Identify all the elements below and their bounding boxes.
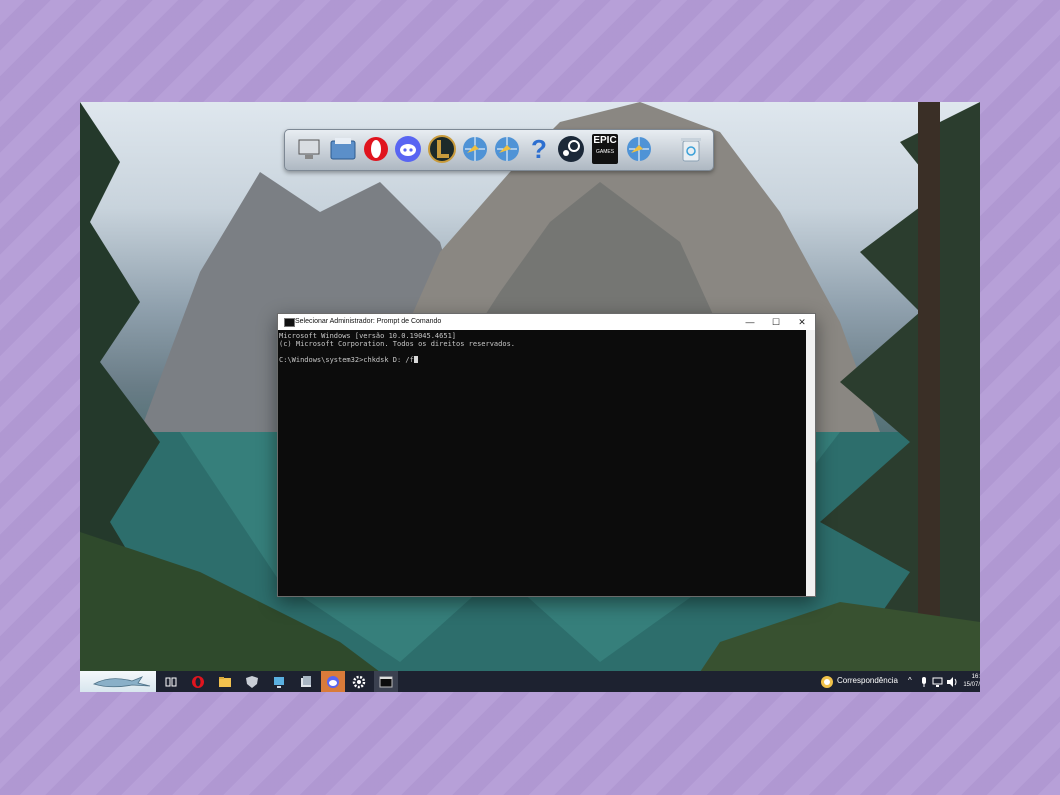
mail-notification-label[interactable]: Correspondência [837, 676, 898, 685]
file-explorer-icon[interactable] [216, 673, 234, 690]
command-prompt-window[interactable]: Selecionar Administrador: Prompt de Coma… [277, 313, 816, 597]
text-cursor [413, 356, 418, 363]
maximize-button[interactable]: ☐ [763, 314, 789, 330]
discord-icon[interactable] [392, 133, 424, 165]
league-of-legends-icon[interactable] [426, 133, 458, 165]
taskbar: Correspondência ^ 16: 15/07/ [80, 671, 980, 692]
discord-taskbar-icon[interactable] [321, 671, 345, 692]
system-clock[interactable]: 16: 15/07/ [960, 673, 980, 689]
remote-desktop-icon[interactable] [270, 673, 288, 690]
terminal-output[interactable]: Microsoft Windows [versão 10.0.19045.465… [278, 330, 806, 596]
network-globe-icon[interactable] [459, 133, 491, 165]
command-prompt-taskbar-icon[interactable] [374, 671, 398, 692]
vpn-shield-icon[interactable] [243, 673, 261, 690]
mail-notification-icon[interactable] [818, 673, 836, 690]
help-icon[interactable]: ? [523, 133, 555, 165]
documents-icon[interactable] [327, 133, 359, 165]
clock-time: 16: [971, 674, 980, 680]
vertical-scrollbar[interactable] [806, 330, 815, 596]
task-view-icon[interactable] [162, 673, 180, 690]
microphone-icon[interactable] [918, 673, 930, 690]
minimize-button[interactable]: — [737, 314, 763, 330]
recycle-bin-icon[interactable] [675, 133, 707, 165]
terminal-line: Microsoft Windows [versão 10.0.19045.465… [279, 332, 457, 340]
close-button[interactable]: ✕ [789, 314, 815, 330]
opera-taskbar-icon[interactable] [189, 673, 207, 690]
terminal-prompt-line: C:\Windows\system32>chkdsk D: /f [279, 356, 805, 364]
epic-label-top: EPIC [593, 135, 617, 146]
shark-logo-icon [92, 676, 151, 688]
desktop: ? EPIC GAMES Selecionar Administrador: P… [80, 102, 980, 692]
network-icon[interactable] [931, 673, 945, 690]
terminal-line: (c) Microsoft Corporation. Todos os dire… [279, 340, 516, 348]
clock-date: 15/07/ [963, 682, 980, 688]
start-button[interactable] [80, 671, 156, 692]
epic-games-icon[interactable]: EPIC GAMES [589, 133, 621, 165]
terminal-command: C:\Windows\system32>chkdsk D: /f [279, 356, 414, 364]
help-glyph: ? [531, 133, 547, 164]
network-globe-icon-2[interactable] [491, 133, 523, 165]
tray-chevron-icon[interactable]: ^ [908, 676, 912, 685]
app-window-icon[interactable] [297, 673, 315, 690]
steam-icon[interactable] [555, 133, 587, 165]
settings-gear-icon[interactable] [350, 673, 368, 690]
quick-launch-dock: ? EPIC GAMES [284, 129, 714, 171]
terminal-icon [284, 318, 295, 327]
epic-label-bottom: GAMES [595, 149, 615, 155]
network-globe-icon-3[interactable] [623, 133, 655, 165]
window-titlebar[interactable]: Selecionar Administrador: Prompt de Coma… [278, 314, 815, 330]
window-title: Selecionar Administrador: Prompt de Coma… [295, 318, 442, 325]
opera-icon[interactable] [360, 133, 392, 165]
volume-icon[interactable] [945, 673, 959, 690]
computer-icon[interactable] [293, 133, 325, 165]
